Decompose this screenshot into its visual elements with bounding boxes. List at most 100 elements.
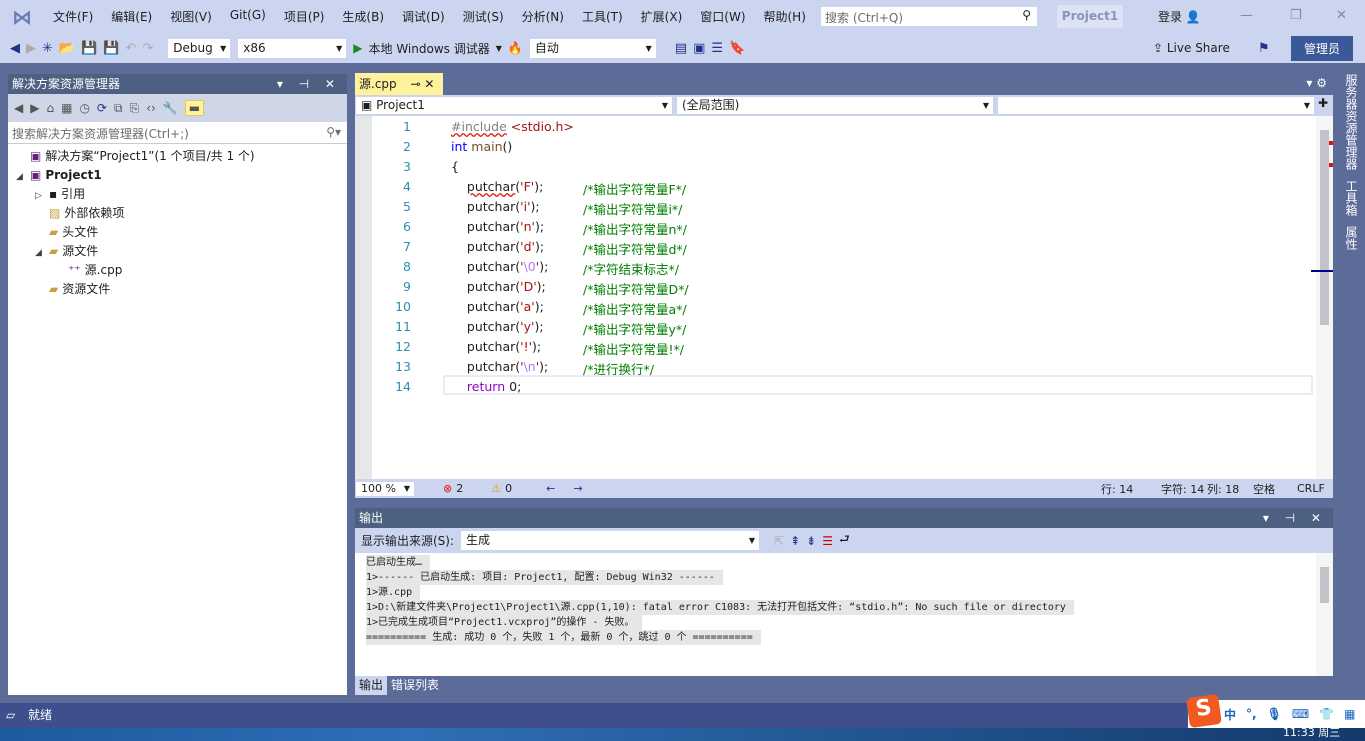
code-line[interactable]: putchar('\0');/*字符结束标志*/: [451, 259, 679, 277]
prev-issue-icon[interactable]: ←: [546, 482, 555, 495]
login-button[interactable]: 登录 👤: [1158, 8, 1201, 25]
menu-item[interactable]: 扩展(X): [632, 8, 692, 25]
new-project-icon[interactable]: ✳: [42, 41, 53, 56]
menu-item[interactable]: 窗口(W): [691, 8, 754, 25]
run-debugger-button[interactable]: 本地 Windows 调试器: [369, 40, 490, 57]
code-line[interactable]: putchar('n');/*输出字符常量n*/: [451, 219, 687, 237]
history-icon[interactable]: ◷: [79, 101, 89, 115]
menu-item[interactable]: 生成(B): [333, 8, 393, 25]
play-icon[interactable]: ▶: [353, 41, 362, 55]
toolbar-tool-icon[interactable]: ▤: [675, 41, 687, 56]
ime-lang[interactable]: 中: [1224, 706, 1236, 723]
back-icon[interactable]: ◀: [10, 41, 20, 56]
close-tab-icon[interactable]: ✕: [424, 77, 434, 91]
tab-error-list[interactable]: 错误列表: [387, 676, 443, 695]
collapse-icon[interactable]: ⧉: [114, 101, 123, 116]
keyboard-icon[interactable]: ⌨: [1292, 707, 1309, 721]
menu-item[interactable]: 文件(F): [44, 8, 102, 25]
search-input[interactable]: 搜索 (Ctrl+Q) ⚲: [820, 6, 1038, 27]
code-line[interactable]: putchar('y');/*输出字符常量y*/: [451, 319, 686, 337]
solution-search-input[interactable]: 搜索解决方案资源管理器(Ctrl+;) ⚲▾: [8, 122, 347, 144]
clear-all-icon[interactable]: ☰: [822, 534, 833, 548]
minimize-button[interactable]: —: [1240, 8, 1253, 23]
switch-view-icon[interactable]: ▦: [61, 101, 72, 115]
panel-buttons[interactable]: ▾ ⊣ ✕: [1263, 508, 1327, 528]
menu-item[interactable]: 测试(S): [454, 8, 513, 25]
code-line[interactable]: putchar('!');/*输出字符常量!*/: [451, 339, 684, 357]
config-select[interactable]: Debug ▼: [167, 37, 232, 59]
tab-server-explorer[interactable]: 服务器资源管理器: [1343, 74, 1360, 170]
goto-icon[interactable]: ⇱: [774, 534, 784, 548]
code-line[interactable]: putchar('F');/*输出字符常量F*/: [451, 179, 686, 197]
bookmark-icon[interactable]: 🔖: [729, 41, 745, 56]
code-line[interactable]: {: [451, 159, 459, 174]
copy-icon[interactable]: ⎘: [130, 101, 140, 116]
output-text[interactable]: 已启动生成… 1>------ 已启动生成: 项目: Project1, 配置: …: [355, 553, 1333, 676]
prev-message-icon[interactable]: ⇞: [790, 534, 800, 548]
skin-icon[interactable]: 👕: [1319, 707, 1334, 721]
tree-item[interactable]: ▰ 资源文件: [8, 280, 347, 299]
tab-output[interactable]: 输出: [355, 676, 388, 695]
error-icon[interactable]: ⊗: [443, 482, 452, 495]
menu-item[interactable]: 编辑(E): [102, 8, 161, 25]
project-nav-select[interactable]: ▣ Project1 ▼: [355, 96, 673, 115]
undo-icon[interactable]: ↶: [125, 41, 136, 56]
tree-item[interactable]: ▨ 外部依赖项: [8, 204, 347, 223]
split-icon[interactable]: ✚: [1318, 96, 1328, 116]
code-line[interactable]: putchar('i');/*输出字符常量i*/: [451, 199, 683, 217]
open-icon[interactable]: 📂: [59, 41, 75, 56]
code-line[interactable]: int main(): [451, 139, 512, 154]
forward-icon[interactable]: ▶: [26, 41, 36, 56]
toolbox-icon[interactable]: ▦: [1344, 707, 1355, 721]
tab-source-cpp[interactable]: 源.cpp ⊸ ✕: [355, 73, 443, 95]
member-nav-select[interactable]: ▼: [997, 96, 1315, 115]
wrench-icon[interactable]: 🔧: [163, 101, 178, 115]
home-icon[interactable]: ⌂: [46, 101, 54, 115]
tree-item[interactable]: ▷ ▪ 引用: [8, 185, 347, 204]
expander-icon[interactable]: ◢: [16, 168, 30, 187]
close-button[interactable]: ✕: [1336, 8, 1347, 23]
toolbar-tool-icon[interactable]: ☰: [711, 41, 723, 56]
expander-icon[interactable]: ◢: [35, 244, 49, 263]
feedback-icon[interactable]: ⚑: [1258, 41, 1270, 56]
tree-item[interactable]: ▣ 解决方案“Project1”(1 个项目/共 1 个): [8, 147, 347, 166]
refresh-icon[interactable]: ⟳: [97, 101, 107, 115]
panel-buttons[interactable]: ▾ ⊣ ✕: [277, 74, 341, 94]
code-line[interactable]: putchar('\n');/*进行换行*/: [451, 359, 654, 377]
warning-icon[interactable]: ⚠: [491, 482, 501, 495]
save-icon[interactable]: 💾: [81, 41, 97, 56]
redo-icon[interactable]: ↷: [142, 41, 153, 56]
code-icon[interactable]: ‹›: [146, 101, 156, 115]
toolbar-tool-icon[interactable]: ▣: [693, 41, 705, 56]
tab-toolbox[interactable]: 工具箱: [1343, 180, 1360, 216]
next-message-icon[interactable]: ⇟: [806, 534, 816, 548]
code-area[interactable]: 1 #include <stdio.h> 2 int main() 3 {4 putcha…: [355, 116, 1333, 479]
back-icon[interactable]: ◀: [14, 101, 23, 115]
live-share-button[interactable]: ⇪ Live Share: [1153, 41, 1230, 55]
code-line[interactable]: putchar('d');/*输出字符常量d*/: [451, 239, 687, 257]
ime-punct[interactable]: °,: [1246, 707, 1257, 721]
menu-item[interactable]: 调试(D): [393, 8, 454, 25]
vertical-scrollbar[interactable]: [1311, 116, 1333, 479]
scope-nav-select[interactable]: (全局范围) ▼: [676, 96, 994, 115]
platform-select[interactable]: x86 ▼: [237, 37, 348, 59]
output-source-select[interactable]: 生成 ▼: [460, 530, 761, 551]
mic-icon[interactable]: 🎙: [1267, 707, 1282, 721]
tree-item[interactable]: ◢ ▰ 源文件: [8, 242, 347, 261]
menu-item[interactable]: Git(G): [221, 8, 275, 25]
maximize-button[interactable]: ❐: [1290, 8, 1302, 23]
preview-icon[interactable]: ▬: [184, 100, 205, 116]
menu-item[interactable]: 工具(T): [573, 8, 632, 25]
menu-item[interactable]: 视图(V): [161, 8, 221, 25]
tab-properties[interactable]: 属性: [1343, 226, 1360, 250]
warning-count[interactable]: 0: [505, 482, 512, 495]
next-issue-icon[interactable]: →: [573, 482, 582, 495]
tree-item[interactable]: ▰ 头文件: [8, 223, 347, 242]
output-scrollbar[interactable]: [1316, 553, 1333, 676]
zoom-select[interactable]: 100 % ▼: [355, 480, 415, 497]
tab-dropdown-icon[interactable]: ▾ ⚙: [1306, 76, 1327, 90]
tree-item[interactable]: ◢ ▣ Project1: [8, 166, 347, 185]
error-count[interactable]: 2: [456, 482, 463, 495]
menu-item[interactable]: 分析(N): [513, 8, 573, 25]
code-line[interactable]: putchar('D');/*输出字符常量D*/: [451, 279, 689, 297]
